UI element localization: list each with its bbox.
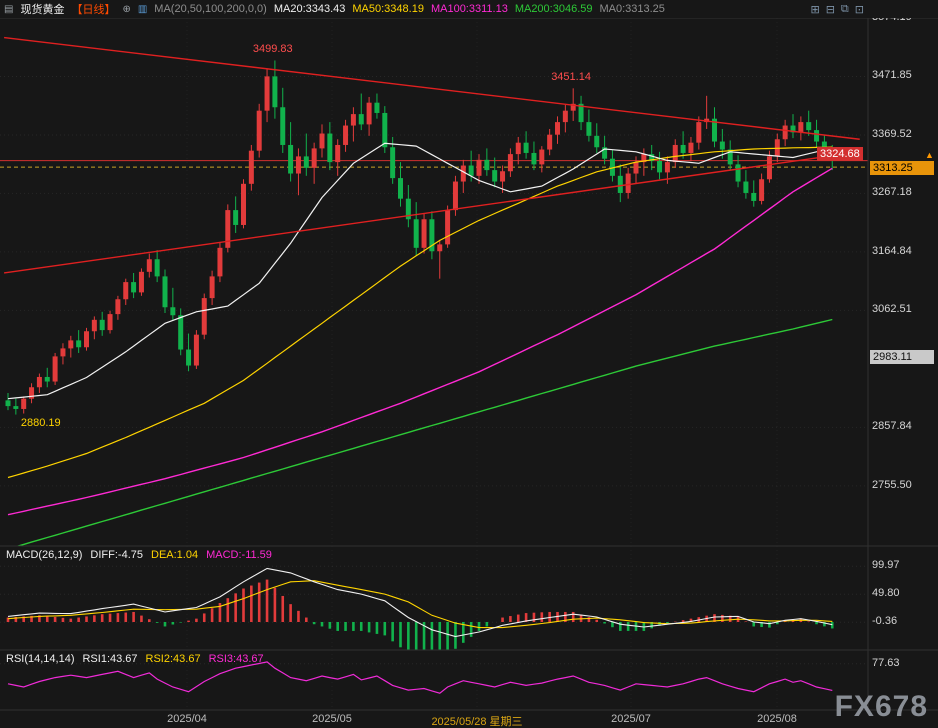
ma0-value: MA0:3313.25 [599, 3, 664, 15]
ma20-value: MA20:3343.43 [274, 3, 346, 15]
time-axis-label: 2025/08 [757, 713, 797, 725]
ma200-value: MA200:3046.59 [515, 3, 593, 15]
layout-split-icon[interactable]: ⊟ [826, 3, 835, 16]
time-axis-label: 2025/07 [611, 713, 651, 725]
period-label[interactable]: 【日线】 [71, 1, 115, 17]
time-axis-label: 2025/04 [167, 713, 207, 725]
chart-canvas[interactable] [0, 0, 938, 728]
toolbar: ▤ 现货黄金 【日线】 ⊕ ▥ MA(20,50,100,200,0,0) MA… [0, 0, 938, 18]
rsi1-value: RSI1:43.67 [82, 653, 137, 665]
rsi3-value: RSI3:43.67 [209, 653, 264, 665]
ma-settings-label: MA(20,50,100,200,0,0) [154, 3, 267, 15]
window-controls: ⊞ ⊟ ⧉ ⊡ [810, 3, 864, 16]
macd-dea-value: DEA:1.04 [151, 549, 198, 561]
fullscreen-icon[interactable]: ⊡ [855, 3, 864, 16]
ma50-value: MA50:3348.19 [352, 3, 424, 15]
time-axis-label: 2025/05/28 星期三 [431, 713, 522, 728]
layout-grid-icon[interactable]: ⊞ [810, 3, 819, 16]
rsi-title: RSI(14,14,14) [6, 653, 74, 665]
indicator-icon[interactable]: ▥ [138, 4, 147, 15]
ma100-value: MA100:3311.13 [431, 3, 508, 15]
macd-label-row: MACD(26,12,9) DIFF:-4.75 DEA:1.04 MACD:-… [6, 549, 272, 561]
rsi-label-row: RSI(14,14,14) RSI1:43.67 RSI2:43.67 RSI3… [6, 653, 264, 665]
new-window-icon[interactable]: ⧉ [841, 3, 849, 16]
chart-type-icon: ▤ [4, 4, 13, 15]
add-indicator-icon[interactable]: ⊕ [122, 4, 130, 15]
macd-title: MACD(26,12,9) [6, 549, 82, 561]
macd-hist-value: MACD:-11.59 [206, 549, 272, 561]
rsi2-value: RSI2:43.67 [146, 653, 201, 665]
symbol-title: 现货黄金 [20, 1, 64, 17]
time-axis[interactable]: 2025/04 2025/05 2025/05/28 星期三 2025/07 2025/… [0, 711, 868, 728]
macd-diff-value: DIFF:-4.75 [90, 549, 143, 561]
time-axis-label: 2025/05 [312, 713, 352, 725]
